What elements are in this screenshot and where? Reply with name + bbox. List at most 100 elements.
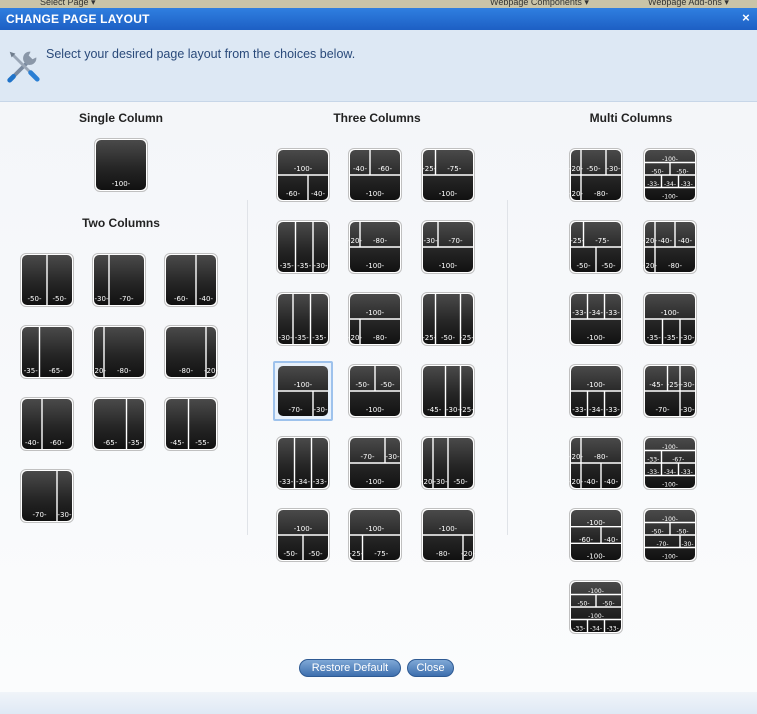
cell-width-label: -75- (447, 165, 461, 173)
cell-width-label: -75- (374, 550, 388, 558)
layout-preview-icon: -100- (96, 140, 146, 190)
layout-option-three-45-30-25[interactable]: -45- -30- -25- (421, 364, 475, 418)
cell-width-label: -80- (668, 262, 682, 270)
layout-option-multi-100_50-50_70-30_100[interactable]: -100- -50- -50- -70- -30- -100- (643, 508, 697, 562)
cell-width-label: -100- (439, 525, 458, 533)
layout-option-three-100_60-40[interactable]: -100- -60- -40- (276, 148, 330, 202)
layout-option-two-20-80[interactable]: -20- -80- (92, 325, 146, 379)
column-divider-right (507, 200, 508, 535)
layout-option-two-40-60[interactable]: -40- -60- (20, 397, 74, 451)
cell-width-label: -35- (24, 367, 38, 375)
cell-width-label: -65- (49, 367, 63, 375)
layout-option-three-100_80-20[interactable]: -100- -80- -20- (421, 508, 475, 562)
layout-preview-icon: -100--50- -50--100--33- -34- -33- (571, 582, 621, 633)
layout-option-multi-33-34-33_100[interactable]: -33- -34- -33- -100- (569, 292, 623, 346)
layout-option-multi-45-25-30_70-30[interactable]: -45- -25- -30- -70- -30- (643, 364, 697, 418)
cell-width-label: -25- (460, 406, 474, 414)
cell-width-label: -100- (662, 554, 678, 561)
layout-option-two-65-35[interactable]: -65- -35- (92, 397, 146, 451)
layout-option-multi-100_35-35-30[interactable]: -100- -35- -35- -30- (643, 292, 697, 346)
instruction-text: Select your desired page layout from the… (46, 47, 356, 61)
cell-width-label: -25- (570, 237, 584, 245)
layout-preview-icon: -50- -50- -100- (350, 366, 400, 416)
layout-option-multi-100_50-50_33-34-33_100[interactable]: -100- -50- -50- -33- -34- -33- -100- (643, 148, 697, 202)
layout-option-three-25-50-25[interactable]: -25- -50- -25- (421, 292, 475, 346)
layout-option-three-100_50-50[interactable]: -100- -50- -50- (276, 508, 330, 562)
cell-width-label: -100- (439, 262, 458, 270)
layout-option-two-60-40[interactable]: -60- -40- (164, 253, 218, 307)
layout-option-three-33-34-33[interactable]: -33- -34- -33- (276, 436, 330, 490)
layout-preview-icon: -100- -50- -50- (278, 510, 328, 560)
cell-width-label: -100- (366, 406, 385, 414)
cell-width-label: -50- (381, 381, 395, 389)
cell-width-label: -30- (434, 478, 448, 486)
layout-preview-icon: -45- -25- -30--70- -30- (645, 366, 695, 416)
layout-option-two-45-55[interactable]: -45- -55- (164, 397, 218, 451)
layout-preview-icon: -35- -65- (22, 327, 72, 377)
close-button[interactable]: Close (407, 659, 454, 677)
layout-option-three-25-75_100[interactable]: -25- -75- -100- (421, 148, 475, 202)
cell-width-label: -60- (174, 295, 188, 303)
layout-option-multi-100_60-40_100[interactable]: -100- -60- -40- -100- (569, 508, 623, 562)
cell-width-label: -30- (607, 165, 621, 173)
cell-width-label: -100- (366, 262, 385, 270)
layout-option-multi-100_33-67_33-34-33_100[interactable]: -100- -33- -67- -33- -34- -33- -100- (643, 436, 697, 490)
layout-option-three-20-80_100[interactable]: -20- -80- -100- (348, 220, 402, 274)
layout-option-multi-25-75_50-50[interactable]: -25- -75- -50- -50- (569, 220, 623, 274)
layout-option-three-50-50_100[interactable]: -50- -50- -100- (348, 364, 402, 418)
layout-option-three-30-35-35[interactable]: -30- -35- -35- (276, 292, 330, 346)
close-icon[interactable]: × (739, 11, 753, 25)
layout-option-three-30-70_100[interactable]: -30- -70- -100- (421, 220, 475, 274)
restore-default-button[interactable]: Restore Default (299, 659, 401, 677)
layout-option-single-100[interactable]: -100- (94, 138, 148, 192)
layout-option-multi-100_33-34-33[interactable]: -100- -33- -34- -33- (569, 364, 623, 418)
cell-width-label: -25- (460, 334, 474, 342)
cell-width-label: -80- (594, 453, 608, 461)
cell-width-label: -70- (120, 295, 134, 303)
cell-width-label: -100- (294, 165, 313, 173)
cell-width-label: -25- (422, 165, 436, 173)
layout-preview-icon: -33- -34- -33- (278, 438, 328, 488)
layout-option-multi-20-40-40_20-80[interactable]: -20- -40- -40- -20- -80- (643, 220, 697, 274)
layout-option-two-70-30[interactable]: -70- -30- (20, 469, 74, 523)
cell-width-label: -80- (436, 550, 450, 558)
layout-preview-icon: -100--33- -67--33- -34- -33--100- (645, 438, 695, 489)
cell-width-label: -50- (577, 262, 591, 270)
layout-option-three-100_25-75[interactable]: -100- -25- -75- (348, 508, 402, 562)
layout-option-three-35-35-30[interactable]: -35- -35- -30- (276, 220, 330, 274)
layout-option-three-40-60_100[interactable]: -40- -60- -100- (348, 148, 402, 202)
cell-width-label: -35- (280, 262, 294, 270)
cell-width-label: -60- (579, 536, 593, 544)
layout-preview-icon: -45- -55- (166, 399, 216, 449)
layout-option-two-35-65[interactable]: -35- -65- (20, 325, 74, 379)
layout-option-multi-20-80_20-40-40[interactable]: -20- -80- -20- -40- -40- (569, 436, 623, 490)
cell-width-label: -45- (427, 406, 441, 414)
cell-width-label: -80- (373, 237, 387, 245)
cell-width-label: -25- (667, 381, 681, 389)
layout-preview-icon: -25- -75- -100- (422, 150, 473, 200)
layout-option-multi-100_50-50_100_33-34-33[interactable]: -100- -50- -50- -100- -33- -34- -33- (569, 580, 623, 634)
cell-width-label: -33- (572, 309, 586, 317)
cell-width-label: -40- (604, 536, 618, 544)
layout-option-three-70-30_100[interactable]: -70- -30- -100- (348, 436, 402, 490)
layout-option-three-20-30-50[interactable]: -20- -30- -50- (421, 436, 475, 490)
dialog-titlebar: CHANGE PAGE LAYOUT × (0, 8, 757, 30)
layout-preview-icon: -100--20- -80- (348, 294, 400, 344)
cell-width-label: -65- (103, 439, 117, 447)
cell-width-label: -33- (606, 406, 620, 414)
cell-width-label: -33- (572, 406, 586, 414)
layout-option-two-80-20[interactable]: -80- -20- (164, 325, 218, 379)
layout-option-multi-20-50-30_80[interactable]: -20- -50- -30- -20- -80- (569, 148, 623, 202)
layout-option-two-30-70[interactable]: -30- -70- (92, 253, 146, 307)
layout-option-two-50-50[interactable]: -50- -50- (20, 253, 74, 307)
layout-option-three-100_20-80[interactable]: -100- -20- -80- (348, 292, 402, 346)
cell-width-label: -70- (33, 511, 47, 519)
cell-width-label: -33- (607, 626, 619, 633)
cell-width-label: -100- (294, 381, 313, 389)
layout-option-three-100_70-30[interactable]: -100- -70- -30- (273, 361, 333, 421)
dialog-title: CHANGE PAGE LAYOUT (6, 12, 150, 26)
cell-width-label: -100- (587, 381, 606, 389)
cell-width-label: -100- (662, 194, 678, 201)
layout-preview-icon: -25- -50- -25- (422, 294, 474, 344)
cell-width-label: -70- (449, 237, 463, 245)
